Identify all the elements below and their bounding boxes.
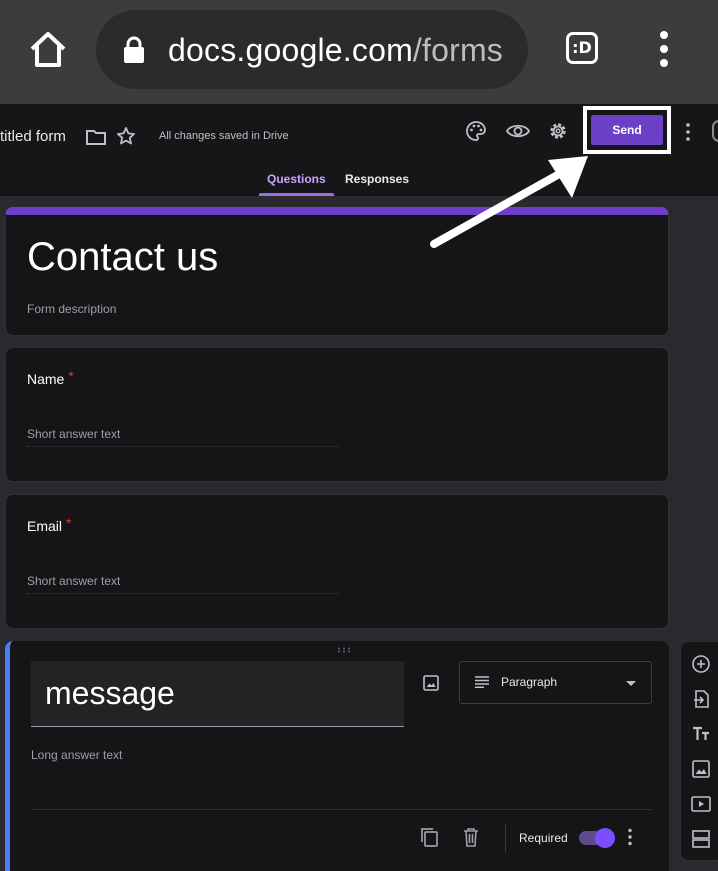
add-video-icon[interactable]	[691, 794, 711, 814]
question-card-email[interactable]: Email * Short answer text	[5, 494, 669, 629]
required-label: Required	[519, 831, 568, 845]
tab-responses[interactable]: Responses	[345, 172, 409, 186]
browser-toolbar: docs.google.com/forms :D	[0, 0, 718, 104]
send-button-highlight: Send	[583, 106, 671, 154]
url-path: /forms	[412, 32, 504, 68]
add-section-icon[interactable]	[691, 829, 711, 849]
drag-handle-icon[interactable]	[337, 647, 351, 653]
question-card-name[interactable]: Name * Short answer text	[5, 347, 669, 482]
question-more-icon[interactable]	[627, 828, 633, 846]
gear-icon[interactable]	[547, 120, 569, 142]
answer-placeholder: Long answer text	[31, 748, 123, 762]
folder-icon[interactable]	[86, 128, 106, 146]
send-button[interactable]: Send	[591, 115, 663, 145]
form-title-card[interactable]: Contact us Form description	[5, 207, 669, 336]
form-description[interactable]: Form description	[27, 302, 116, 316]
save-status: All changes saved in Drive	[159, 130, 289, 142]
question-title-text: Name	[27, 371, 65, 387]
question-toolbar	[680, 641, 718, 861]
answer-placeholder: Short answer text	[27, 427, 121, 441]
account-avatar[interactable]	[712, 120, 718, 142]
footer-vertical-divider	[505, 824, 506, 852]
form-heading[interactable]: Contact us	[27, 235, 218, 280]
chevron-down-icon	[626, 681, 636, 686]
browser-menu-icon[interactable]	[656, 30, 672, 70]
home-icon[interactable]	[26, 28, 70, 72]
import-questions-icon[interactable]	[691, 689, 711, 709]
tab-questions[interactable]: Questions	[267, 172, 326, 186]
more-options-icon[interactable]	[684, 122, 692, 142]
duplicate-icon[interactable]	[420, 827, 438, 847]
add-image-icon[interactable]	[423, 675, 439, 691]
question-title: Email *	[27, 515, 72, 534]
card-footer-divider	[31, 809, 652, 810]
answer-underline	[27, 446, 339, 447]
question-title-text: Email	[27, 518, 63, 534]
forms-header: titled form All changes saved in Drive S…	[0, 104, 718, 196]
star-icon[interactable]	[116, 126, 136, 146]
question-type-label: Paragraph	[501, 675, 558, 689]
toggle-knob	[595, 828, 615, 848]
url-host: docs.google.com	[168, 32, 413, 68]
question-type-dropdown[interactable]: Paragraph	[459, 661, 652, 704]
tab-switcher-button[interactable]: :D	[566, 32, 598, 64]
answer-placeholder: Short answer text	[27, 574, 121, 588]
preview-eye-icon[interactable]	[506, 122, 530, 140]
question-title-input[interactable]: message	[31, 661, 404, 727]
active-tab-indicator	[259, 193, 334, 196]
paragraph-icon	[475, 676, 489, 688]
add-image-icon[interactable]	[691, 759, 711, 779]
lock-icon	[124, 36, 144, 63]
required-toggle[interactable]	[579, 828, 615, 848]
palette-icon[interactable]	[465, 120, 487, 142]
delete-icon[interactable]	[463, 827, 479, 847]
required-asterisk: *	[68, 368, 74, 384]
form-title[interactable]: titled form	[0, 128, 66, 145]
answer-underline	[27, 593, 339, 594]
url-text: docs.google.com/forms	[168, 30, 503, 70]
question-title: Name *	[27, 368, 74, 387]
add-title-icon[interactable]	[691, 724, 711, 744]
required-asterisk: *	[66, 515, 72, 531]
address-bar[interactable]: docs.google.com/forms	[96, 10, 528, 89]
add-question-icon[interactable]	[691, 654, 711, 674]
question-card-message[interactable]: message Paragraph Long answer text Requi…	[5, 641, 669, 871]
